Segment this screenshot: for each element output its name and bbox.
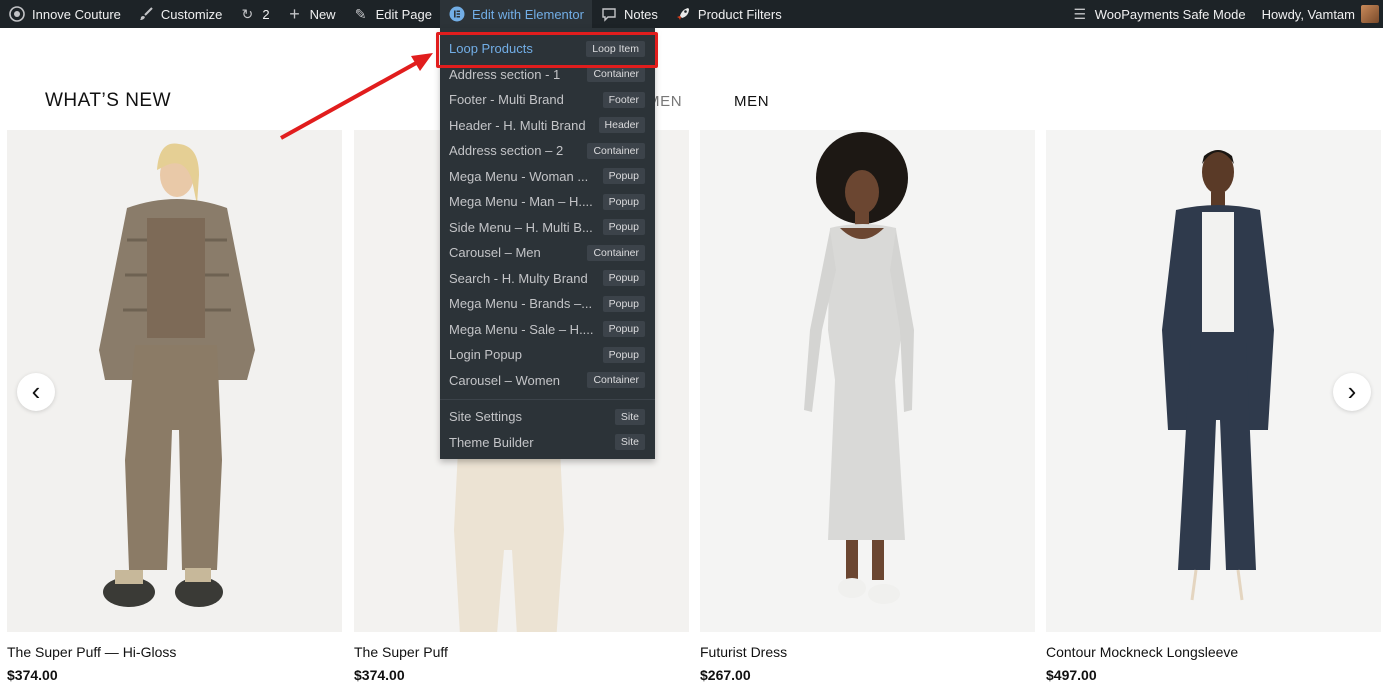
menu-item-badge: Container (587, 66, 645, 83)
menu-item-label: Search - H. Multy Brand (449, 270, 588, 286)
menu-item-mega-menu-man[interactable]: Mega Menu - Man – H.... Popup (440, 189, 655, 215)
product-price: $267.00 (700, 667, 751, 683)
customize-link[interactable]: Customize (129, 0, 230, 28)
menu-item-badge: Popup (602, 321, 645, 338)
menu-item-label: Mega Menu - Sale – H.... (449, 321, 594, 337)
menu-item-badge: Site (614, 408, 645, 425)
menu-item-footer-multi-brand[interactable]: Footer - Multi Brand Footer (440, 87, 655, 113)
carousel-next-button[interactable]: › (1333, 373, 1371, 411)
menu-item-badge: Popup (602, 346, 645, 363)
notes-link[interactable]: Notes (592, 0, 666, 28)
product-card[interactable]: Contour Mockneck Longsleeve $497.00 (1046, 130, 1381, 690)
tab-men[interactable]: MEN (734, 93, 769, 110)
wordpress-icon (8, 5, 26, 23)
site-name-link[interactable]: Innove Couture (0, 0, 129, 28)
howdy-label: Howdy, Vamtam (1261, 6, 1355, 22)
menu-divider (440, 399, 655, 400)
updates-link[interactable]: ↻ 2 (230, 0, 277, 28)
new-label: New (309, 6, 336, 22)
product-title[interactable]: Futurist Dress (700, 644, 787, 660)
annotation-highlight-box (436, 32, 658, 68)
menu-item-badge: Container (587, 372, 645, 389)
chevron-right-icon: › (1347, 375, 1357, 406)
menu-item-label: Mega Menu - Man – H.... (449, 194, 593, 210)
menu-item-label: Mega Menu - Woman ... (449, 168, 589, 184)
menu-item-address-section-2[interactable]: Address section – 2 Container (440, 138, 655, 164)
product-title[interactable]: Contour Mockneck Longsleeve (1046, 644, 1238, 660)
elementor-dropdown-menu: Loop Products Loop Item Address section … (440, 28, 655, 459)
menu-item-theme-builder[interactable]: Theme Builder Site (440, 430, 655, 456)
refresh-icon: ↻ (241, 5, 254, 22)
section-heading: WHAT’S NEW (45, 90, 172, 111)
chat-icon (600, 5, 618, 23)
menu-item-mega-menu-brands[interactable]: Mega Menu - Brands –... Popup (440, 291, 655, 317)
menu-item-badge: Container (587, 244, 645, 261)
menu-item-badge: Popup (602, 295, 645, 312)
menu-item-site-settings[interactable]: Site Settings Site (440, 404, 655, 430)
product-filters-label: Product Filters (697, 6, 782, 22)
plus-icon: + (289, 3, 300, 24)
new-content-link[interactable]: + New (278, 0, 344, 28)
product-title[interactable]: The Super Puff — Hi-Gloss (7, 644, 176, 660)
menu-item-label: Carousel – Women (449, 372, 561, 388)
menu-item-mega-menu-woman[interactable]: Mega Menu - Woman ... Popup (440, 164, 655, 190)
menu-item-badge: Header (598, 117, 645, 134)
pencil-icon: ✎ (354, 5, 367, 22)
menu-item-badge: Footer (602, 91, 645, 108)
product-title[interactable]: The Super Puff (354, 644, 448, 660)
updates-count: 2 (262, 6, 270, 22)
avatar (1361, 5, 1379, 23)
site-name-label: Innove Couture (32, 6, 121, 22)
menu-item-badge: Popup (602, 168, 645, 185)
menu-item-label: Footer - Multi Brand (449, 92, 564, 108)
admin-bar: Innove Couture Customize ↻ 2 + New ✎ Edi… (0, 0, 1383, 28)
elementor-icon (448, 5, 466, 23)
menu-item-badge: Popup (602, 193, 645, 210)
menu-item-label: Header - H. Multi Brand (449, 117, 586, 133)
menu-item-search[interactable]: Search - H. Multy Brand Popup (440, 266, 655, 292)
menu-item-login-popup[interactable]: Login Popup Popup (440, 342, 655, 368)
safe-mode-link[interactable]: ☰ WooPayments Safe Mode (1063, 0, 1254, 28)
edit-page-link[interactable]: ✎ Edit Page (344, 0, 440, 28)
product-image[interactable] (7, 130, 342, 632)
menu-item-header-multi-brand[interactable]: Header - H. Multi Brand Header (440, 113, 655, 139)
menu-item-badge: Popup (602, 219, 645, 236)
menu-item-label: Address section – 2 (449, 143, 564, 159)
edit-with-elementor-link[interactable]: Edit with Elementor (439, 0, 592, 28)
product-filters-link[interactable]: Product Filters (666, 0, 790, 28)
edit-page-label: Edit Page (375, 6, 432, 22)
product-image[interactable] (1046, 130, 1381, 632)
brush-icon (137, 5, 155, 23)
rocket-icon (674, 5, 692, 23)
product-price: $374.00 (354, 667, 405, 683)
product-card[interactable]: Futurist Dress $267.00 (700, 130, 1035, 690)
menu-item-badge: Container (587, 142, 645, 159)
menu-item-label: Site Settings (449, 409, 522, 425)
menu-item-label: Mega Menu - Brands –... (449, 296, 593, 312)
menu-item-label: Address section - 1 (449, 66, 561, 82)
menu-item-label: Carousel – Men (449, 245, 541, 261)
product-price: $497.00 (1046, 667, 1097, 683)
account-menu[interactable]: Howdy, Vamtam (1254, 0, 1383, 28)
menu-item-label: Side Menu – H. Multi B... (449, 219, 593, 235)
safe-mode-icon: ☰ (1073, 5, 1087, 22)
menu-item-label: Login Popup (449, 347, 523, 363)
product-price: $374.00 (7, 667, 58, 683)
carousel-prev-button[interactable]: ‹ (17, 373, 55, 411)
safe-mode-label: WooPayments Safe Mode (1094, 6, 1246, 22)
edit-with-elementor-label: Edit with Elementor (471, 6, 584, 22)
menu-item-side-menu[interactable]: Side Menu – H. Multi B... Popup (440, 215, 655, 241)
chevron-left-icon: ‹ (31, 375, 41, 406)
menu-item-carousel-men[interactable]: Carousel – Men Container (440, 240, 655, 266)
product-card[interactable]: The Super Puff — Hi-Gloss $374.00 (7, 130, 342, 690)
menu-item-carousel-women[interactable]: Carousel – Women Container (440, 368, 655, 394)
menu-item-badge: Site (614, 434, 645, 451)
product-image[interactable] (700, 130, 1035, 632)
menu-item-label: Theme Builder (449, 434, 534, 450)
menu-item-badge: Popup (602, 270, 645, 287)
customize-label: Customize (160, 6, 223, 22)
menu-item-mega-menu-sale[interactable]: Mega Menu - Sale – H.... Popup (440, 317, 655, 343)
notes-label: Notes (623, 6, 658, 22)
